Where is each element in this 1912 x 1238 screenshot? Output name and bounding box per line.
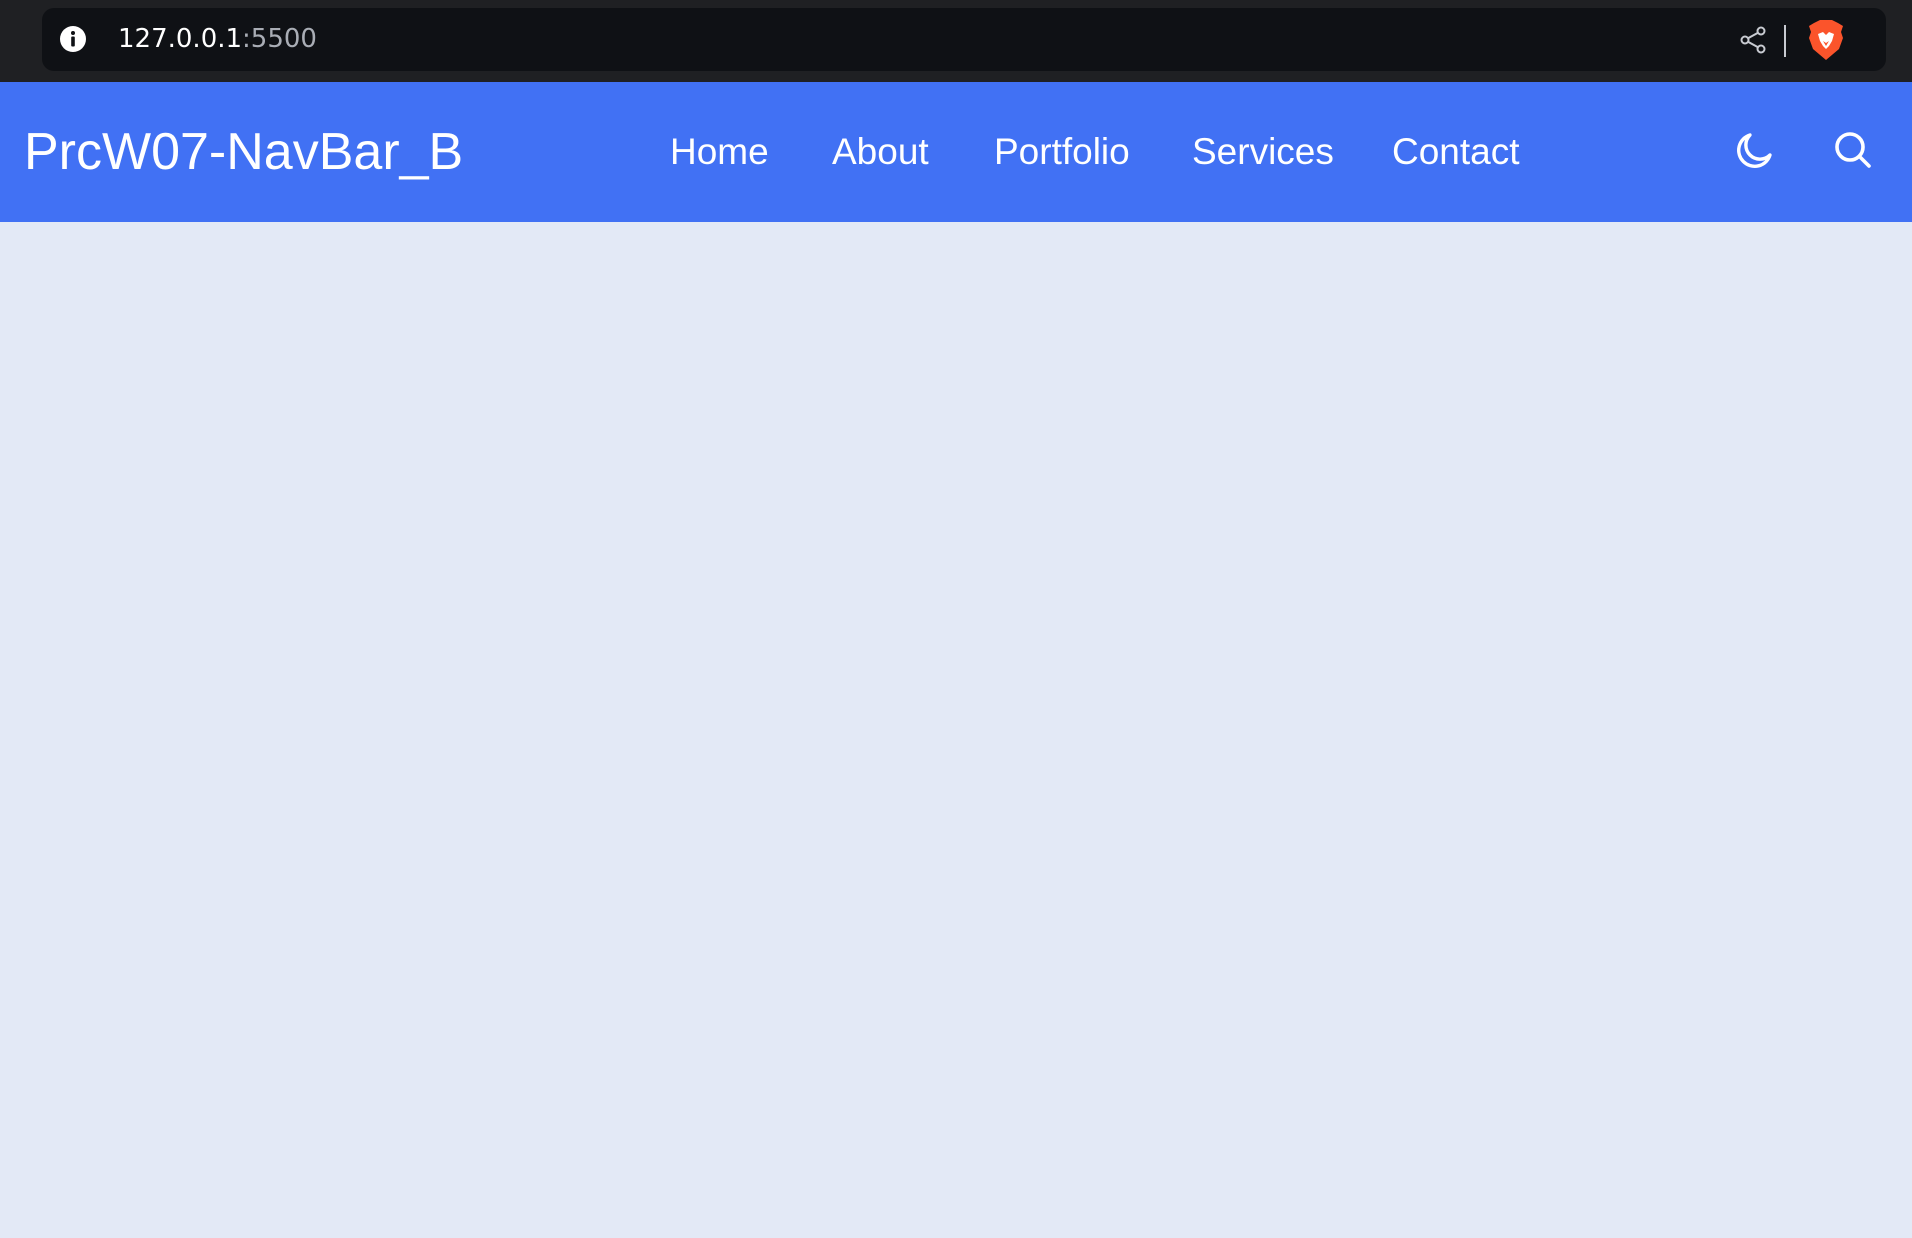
page-content <box>0 222 1912 1238</box>
site-navbar: PrcW07-NavBar_B Home About Portfolio Ser… <box>0 82 1912 222</box>
nav-links: Home About Portfolio Services Contact <box>0 82 1912 222</box>
nav-link-portfolio[interactable]: Portfolio <box>994 82 1130 222</box>
nav-link-contact[interactable]: Contact <box>1392 82 1520 222</box>
browser-toolbar: 127.0.0.1:5500 <box>0 0 1912 82</box>
url-host: 127.0.0.1 <box>118 24 243 54</box>
nav-link-about[interactable]: About <box>832 82 929 222</box>
url-port: :5500 <box>242 24 317 54</box>
moon-icon[interactable] <box>1732 129 1776 173</box>
url-text[interactable]: 127.0.0.1:5500 <box>118 8 317 71</box>
address-bar[interactable]: 127.0.0.1:5500 <box>42 8 1886 71</box>
nav-link-home[interactable]: Home <box>670 82 769 222</box>
brave-lion-icon[interactable] <box>1806 19 1846 61</box>
nav-link-services[interactable]: Services <box>1192 82 1334 222</box>
share-icon[interactable] <box>1736 22 1772 58</box>
toolbar-divider <box>1784 25 1786 57</box>
info-icon[interactable] <box>59 25 87 53</box>
search-icon[interactable] <box>1832 129 1874 171</box>
